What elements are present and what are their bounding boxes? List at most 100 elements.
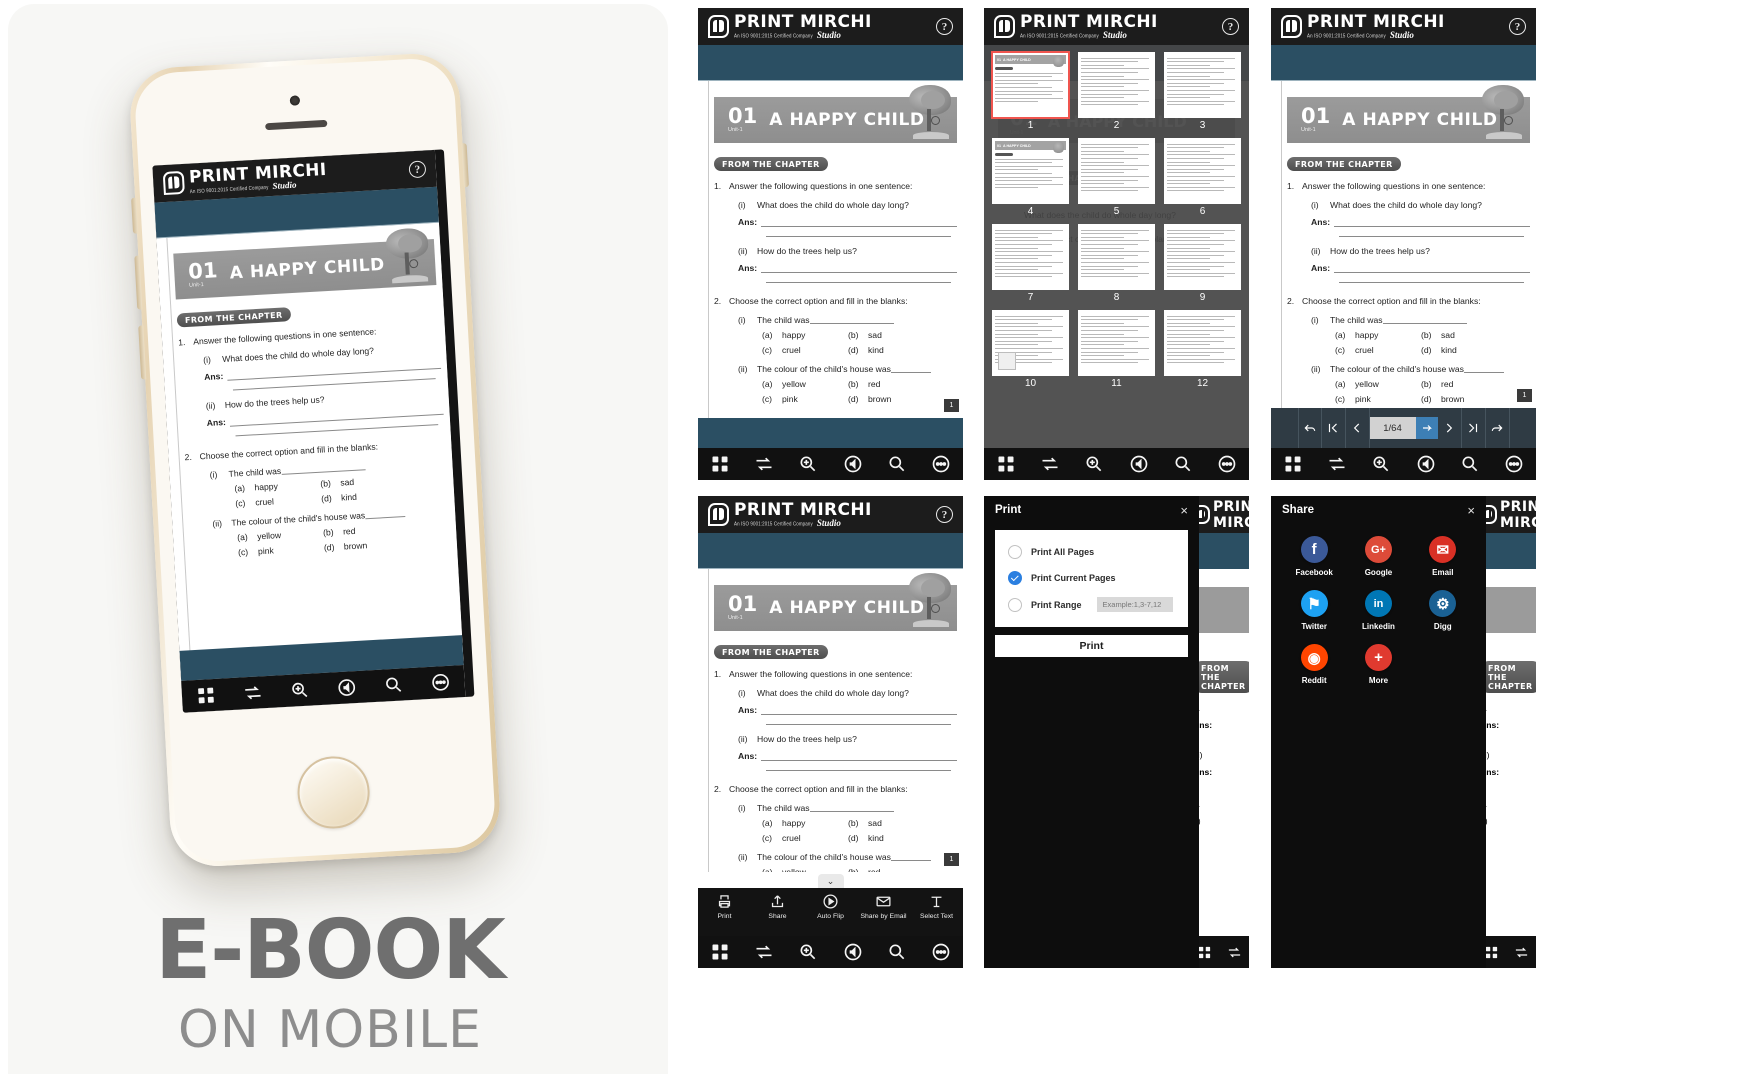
- thumbnail-grid-overlay[interactable]: 01 A HAPPY CHILD 1 2 3 01 A HAPPY CHILD 4 5 6 7 8 9 1…: [984, 45, 1249, 448]
- share-target-reddit[interactable]: ◉ Reddit: [1285, 644, 1343, 685]
- thumbnail-cell[interactable]: 2: [1078, 52, 1155, 131]
- print-current-pages-option[interactable]: Print Current Pages: [995, 565, 1188, 591]
- more-options-icon[interactable]: [430, 672, 451, 693]
- more-options-icon[interactable]: [931, 942, 951, 962]
- share-target-facebook[interactable]: f Facebook: [1285, 536, 1343, 577]
- sound-icon[interactable]: [336, 677, 357, 698]
- thumbnail-cell[interactable]: 01 A HAPPY CHILD 4: [992, 138, 1069, 217]
- page-number-input[interactable]: 1/64: [1369, 417, 1416, 439]
- fill-blank[interactable]: [809, 803, 894, 812]
- share-target-linkedin[interactable]: in Linkedin: [1349, 590, 1407, 631]
- fill-blank[interactable]: [280, 460, 366, 475]
- flip-pages-icon[interactable]: [242, 682, 263, 703]
- answer-line[interactable]: Ans:: [738, 751, 957, 761]
- first-page-icon[interactable]: [1322, 408, 1346, 448]
- home-button[interactable]: [295, 754, 372, 831]
- thumbnail-cell[interactable]: 9: [1164, 224, 1241, 303]
- thumbnail-cell[interactable]: 6: [1164, 138, 1241, 217]
- thumbnail-page[interactable]: [1078, 310, 1155, 376]
- flip-pages-icon[interactable]: [1514, 945, 1529, 960]
- more-options-icon[interactable]: [1217, 454, 1237, 474]
- thumbnail-page[interactable]: [1078, 138, 1155, 204]
- worksheet-page[interactable]: 01 Unit-1 A HAPPY CHILD FROM THE CHAPTER…: [156, 222, 464, 681]
- thumbnail-cell[interactable]: 8: [1078, 224, 1155, 303]
- grid-view-icon[interactable]: [195, 685, 216, 706]
- redo-icon[interactable]: [1486, 408, 1510, 448]
- last-page-icon[interactable]: [1462, 408, 1486, 448]
- print-button[interactable]: Print: [699, 893, 749, 921]
- thumbnail-page[interactable]: [992, 224, 1069, 290]
- zoom-in-icon[interactable]: [289, 680, 310, 701]
- answer-line[interactable]: Ans:: [738, 705, 957, 715]
- search-icon[interactable]: [887, 942, 907, 962]
- thumbnail-page[interactable]: [1078, 52, 1155, 118]
- search-icon[interactable]: [1173, 454, 1193, 474]
- share-button[interactable]: Share: [752, 893, 802, 921]
- zoom-in-icon[interactable]: [1371, 454, 1391, 474]
- fill-blank[interactable]: [1463, 364, 1504, 373]
- flip-pages-icon[interactable]: [1327, 454, 1347, 474]
- thumbnail-cell[interactable]: 11: [1078, 310, 1155, 389]
- undo-icon[interactable]: [1297, 408, 1322, 448]
- fill-blank[interactable]: [364, 507, 406, 519]
- auto-flip-button[interactable]: Auto Flip: [805, 893, 855, 921]
- thumbnail-page-selected[interactable]: 01 A HAPPY CHILD: [991, 51, 1070, 119]
- more-options-icon[interactable]: [1504, 454, 1524, 474]
- thumbnail-page[interactable]: [1164, 52, 1241, 118]
- print-range-input[interactable]: Example:1,3-7,12: [1096, 597, 1173, 612]
- fill-blank[interactable]: [1382, 315, 1467, 324]
- thumbnail-page[interactable]: [1164, 310, 1241, 376]
- share-by-email-button[interactable]: Share by Email: [858, 893, 908, 921]
- zoom-in-icon[interactable]: [1084, 454, 1104, 474]
- help-icon[interactable]: ?: [408, 160, 427, 179]
- thumbnail-cell[interactable]: 5: [1078, 138, 1155, 217]
- grid-view-icon[interactable]: [996, 454, 1016, 474]
- thumbnail-cell[interactable]: 3: [1164, 52, 1241, 131]
- share-target-google[interactable]: G+ Google: [1349, 536, 1407, 577]
- thumbnail-page[interactable]: [992, 310, 1069, 376]
- chevron-down-icon[interactable]: ⌄: [817, 874, 844, 888]
- help-icon[interactable]: ?: [936, 18, 953, 35]
- flip-pages-icon[interactable]: [1040, 454, 1060, 474]
- thumbnail-cell[interactable]: 10: [992, 310, 1069, 389]
- go-icon[interactable]: [1415, 417, 1438, 439]
- thumbnail-cell[interactable]: 7: [992, 224, 1069, 303]
- print-all-pages-option[interactable]: Print All Pages: [995, 539, 1188, 565]
- more-options-icon[interactable]: [931, 454, 951, 474]
- silent-switch[interactable]: [131, 197, 139, 234]
- close-icon[interactable]: ×: [1180, 504, 1188, 517]
- zoom-in-icon[interactable]: [798, 942, 818, 962]
- thumbnail-page[interactable]: [1164, 224, 1241, 290]
- sound-icon[interactable]: [1416, 454, 1436, 474]
- help-icon[interactable]: ?: [1222, 18, 1239, 35]
- share-target-email[interactable]: ✉ Email: [1414, 536, 1472, 577]
- thumbnail-cell[interactable]: 01 A HAPPY CHILD 1: [991, 51, 1070, 131]
- print-range-option[interactable]: Print Range Example:1,3-7,12: [995, 591, 1188, 618]
- help-icon[interactable]: ?: [936, 506, 953, 523]
- share-target-twitter[interactable]: ⚑ Twitter: [1285, 590, 1343, 631]
- flip-pages-icon[interactable]: [754, 942, 774, 962]
- fill-blank[interactable]: [809, 315, 894, 324]
- radio-button[interactable]: [1008, 597, 1022, 612]
- thumbnail-page[interactable]: 01 A HAPPY CHILD: [992, 138, 1069, 204]
- flip-pages-icon[interactable]: [1227, 945, 1242, 960]
- thumbnail-page[interactable]: [1078, 224, 1155, 290]
- radio-button-selected[interactable]: [1008, 571, 1022, 585]
- zoom-in-icon[interactable]: [798, 454, 818, 474]
- help-icon[interactable]: ?: [1509, 18, 1526, 35]
- previous-page-icon[interactable]: [1346, 408, 1370, 448]
- answer-line[interactable]: Ans:: [1311, 263, 1530, 273]
- grid-view-icon[interactable]: [710, 454, 730, 474]
- grid-view-icon[interactable]: [1283, 454, 1303, 474]
- grid-view-icon[interactable]: [710, 942, 730, 962]
- search-icon[interactable]: [1460, 454, 1480, 474]
- flip-pages-icon[interactable]: [754, 454, 774, 474]
- thumbnail-page[interactable]: [1164, 138, 1241, 204]
- worksheet-page[interactable]: 01 Unit-1 A HAPPY CHILD FROM THE CHAPTER…: [698, 81, 963, 418]
- fill-blank[interactable]: [890, 852, 931, 861]
- sound-icon[interactable]: [843, 942, 863, 962]
- print-submit-button[interactable]: Print: [995, 635, 1188, 657]
- thumbnail-cell[interactable]: 12: [1164, 310, 1241, 389]
- share-target-more[interactable]: + More: [1349, 644, 1407, 685]
- search-icon[interactable]: [887, 454, 907, 474]
